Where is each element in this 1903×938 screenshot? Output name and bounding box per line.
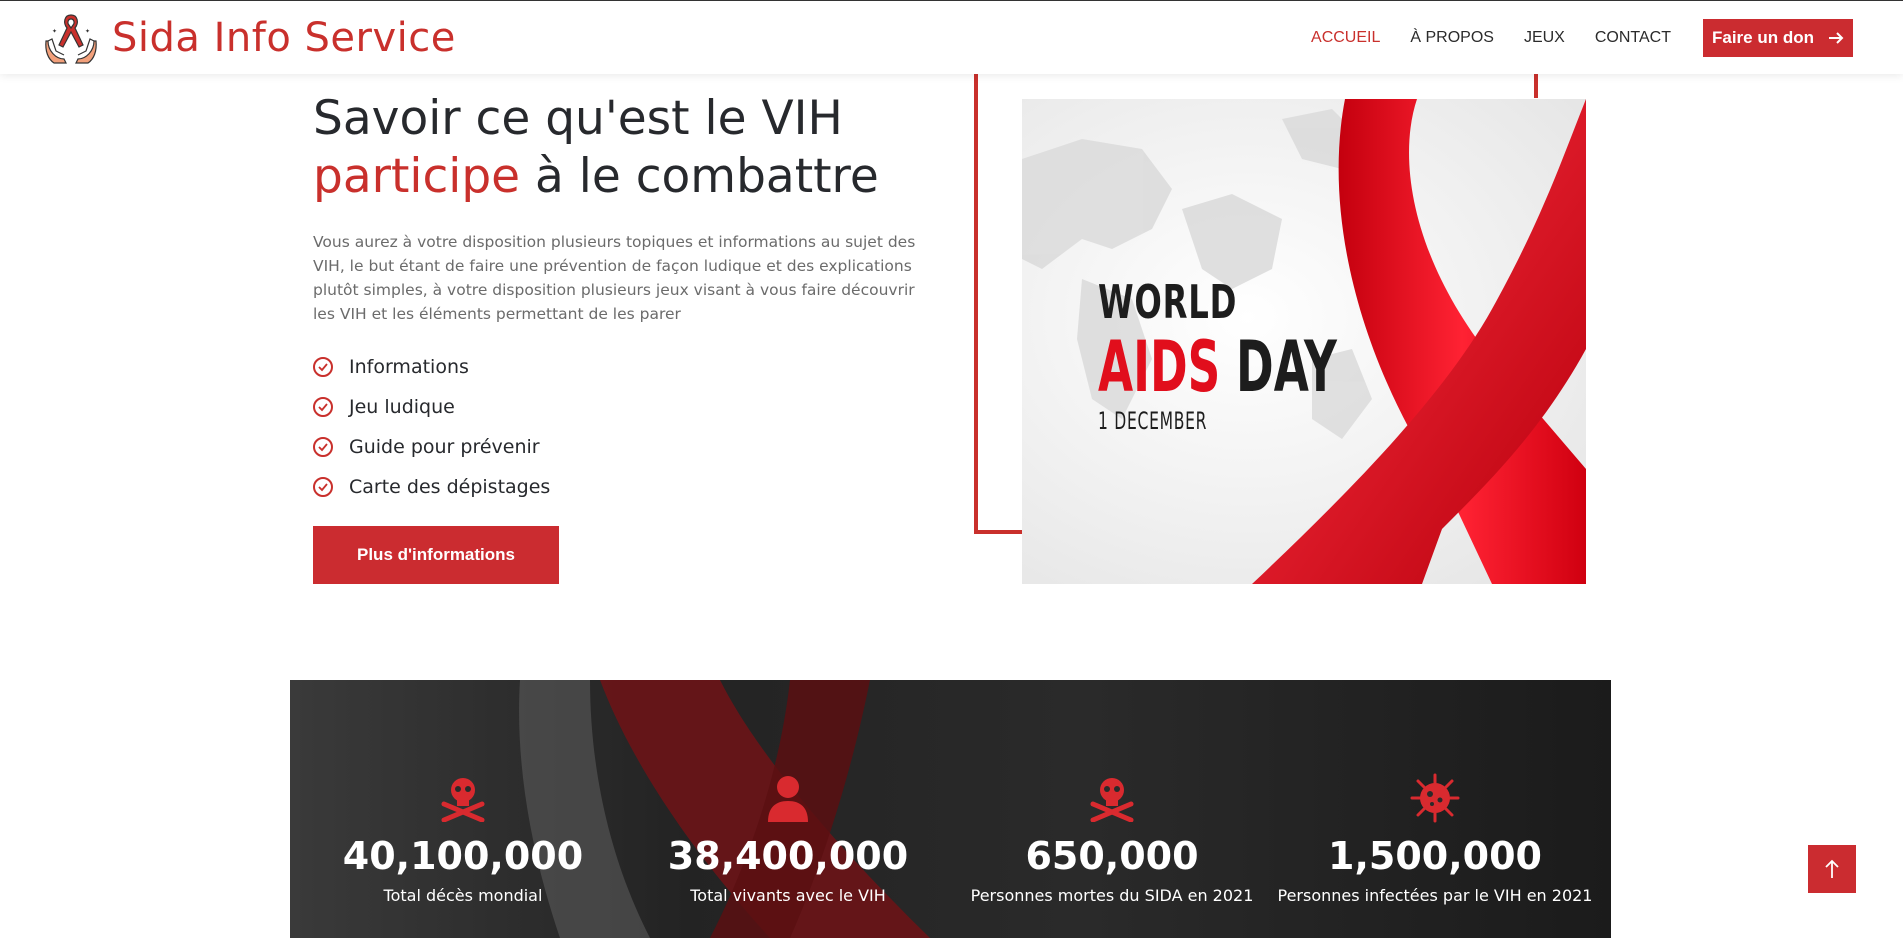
check-circle-icon: [313, 397, 333, 417]
day-word: DAY: [1236, 326, 1337, 408]
ribbon-hands-logo-icon: ✦ ✦: [45, 14, 97, 64]
world-word: WORLD: [1098, 275, 1238, 329]
donate-button[interactable]: Faire un don: [1703, 19, 1853, 57]
check-circle-icon: [313, 477, 333, 497]
feature-item: Guide pour prévenir: [313, 427, 550, 467]
more-info-button[interactable]: Plus d'informations: [313, 526, 559, 584]
hero-title: Savoir ce qu'est le VIH participe à le c…: [313, 90, 879, 206]
stat-item: 40,100,000 Total décès mondial: [303, 772, 623, 905]
world-aids-day-text: WORLD AIDS DAY 1 DECEMBER: [1098, 275, 1430, 435]
stat-item: 1,500,000 Personnes infectées par le VIH…: [1275, 772, 1595, 905]
feature-item: Jeu ludique: [313, 387, 550, 427]
arrow-right-icon: [1829, 32, 1844, 44]
stat-label: Total vivants avec le VIH: [690, 886, 886, 905]
brand-name: Sida Info Service: [112, 15, 456, 61]
feature-label: Carte des dépistages: [349, 476, 551, 498]
check-circle-icon: [313, 357, 333, 377]
stat-value: 1,500,000: [1328, 834, 1542, 878]
svg-text:✦: ✦: [52, 28, 57, 35]
feature-item: Carte des dépistages: [313, 467, 550, 507]
person-icon: [628, 772, 948, 824]
stat-value: 650,000: [1025, 834, 1199, 878]
check-circle-icon: [313, 437, 333, 457]
nav-item-contact[interactable]: CONTACT: [1595, 29, 1671, 47]
feature-list: Informations Jeu ludique Guide pour prév…: [313, 347, 550, 507]
nav-item-accueil[interactable]: ACCUEIL: [1311, 29, 1380, 47]
stat-label: Personnes mortes du SIDA en 2021: [970, 886, 1254, 905]
hero-title-rest: à le combattre: [520, 149, 879, 204]
nav-item-a-propos[interactable]: À PROPOS: [1410, 29, 1494, 47]
skull-crossbones-icon: [303, 772, 623, 824]
date-text: 1 DECEMBER: [1098, 407, 1208, 435]
world-aids-day-image: WORLD AIDS DAY 1 DECEMBER: [1022, 99, 1586, 584]
donate-label: Faire un don: [1712, 28, 1814, 47]
stat-label: Personnes infectées par le VIH en 2021: [1277, 886, 1593, 905]
hero-description: Vous aurez à votre disposition plusieurs…: [313, 233, 916, 323]
stat-item: 38,400,000 Total vivants avec le VIH: [628, 772, 948, 905]
feature-label: Jeu ludique: [349, 396, 455, 418]
skull-crossbones-icon: [952, 772, 1272, 824]
main-nav: ACCUEIL À PROPOS JEUX CONTACT Faire un d…: [1311, 1, 1903, 75]
feature-label: Guide pour prévenir: [349, 436, 540, 458]
svg-text:✦: ✦: [85, 28, 90, 35]
nav-item-jeux[interactable]: JEUX: [1524, 29, 1565, 47]
feature-label: Informations: [349, 356, 469, 378]
stat-item: 650,000 Personnes mortes du SIDA en 2021: [952, 772, 1272, 905]
aids-word: AIDS: [1098, 326, 1221, 408]
stat-value: 38,400,000: [667, 834, 909, 878]
feature-item: Informations: [313, 347, 550, 387]
stat-value: 40,100,000: [342, 834, 584, 878]
brand-logo[interactable]: ✦ ✦ Sida Info Service: [44, 11, 456, 65]
virus-icon: [1275, 772, 1595, 824]
stat-label: Total décès mondial: [383, 886, 543, 905]
stats-band: 40,100,000 Total décès mondial 38,400,00…: [290, 680, 1611, 938]
back-to-top-button[interactable]: [1808, 845, 1856, 893]
hero-title-accent: participe: [313, 149, 521, 204]
hero-title-line1: Savoir ce qu'est le VIH: [313, 91, 843, 146]
arrow-up-icon: [1825, 859, 1839, 878]
site-header: ✦ ✦ Sida Info Service ACCUEIL À PROPOS J…: [0, 0, 1903, 74]
